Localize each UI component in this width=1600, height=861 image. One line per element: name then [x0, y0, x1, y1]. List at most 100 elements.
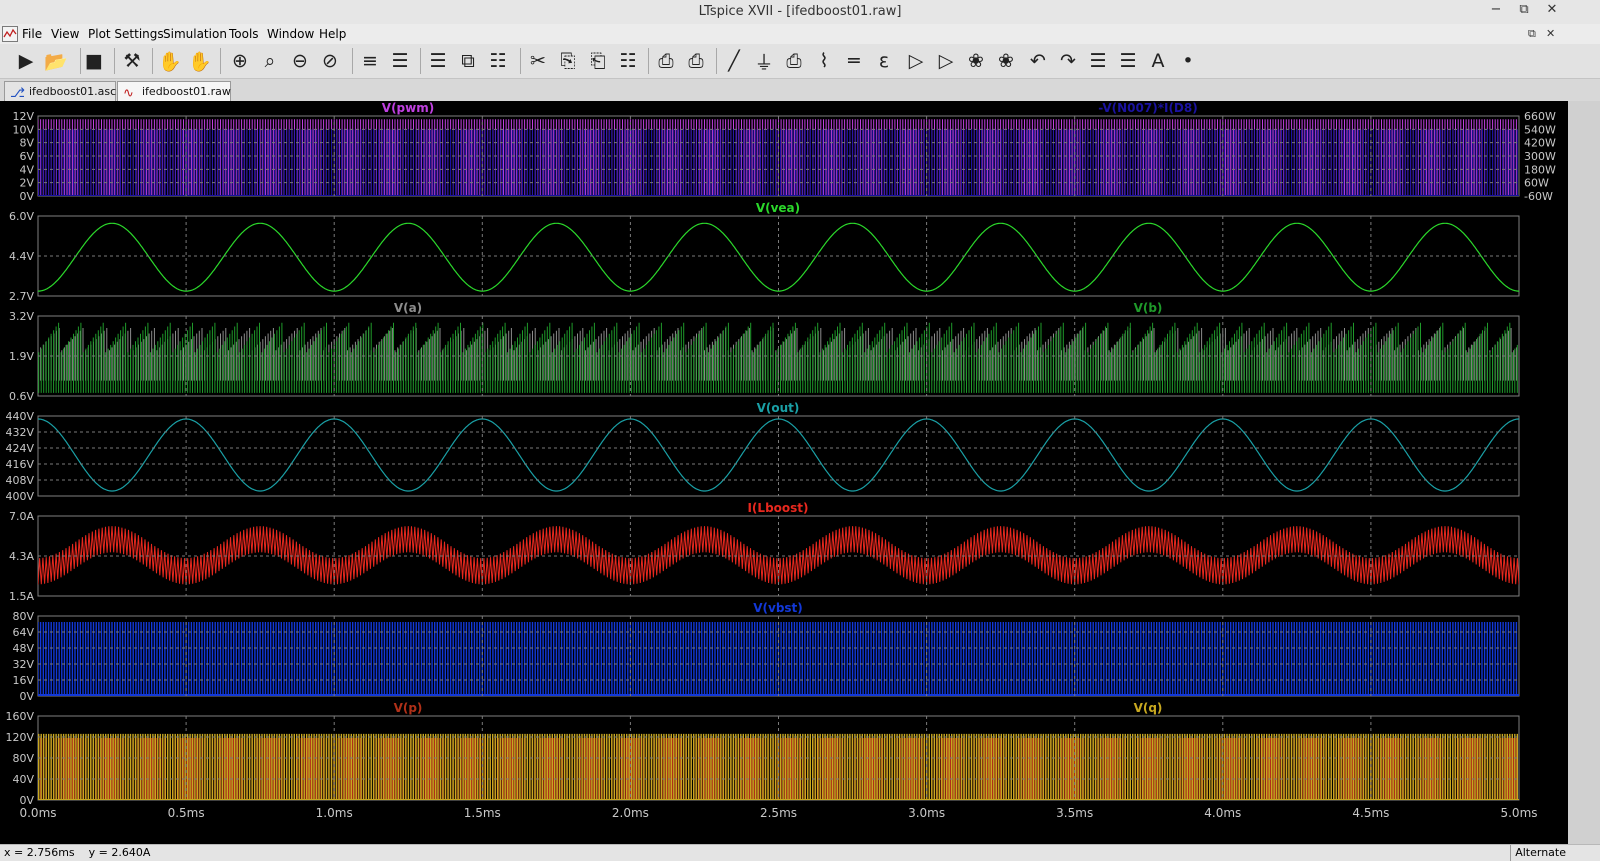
title-bar: LTspice XVII - [ifedboost01.raw] − ⧉ ✕: [0, 0, 1600, 25]
tab-label: ifedboost01.asc: [29, 85, 117, 98]
component-icon[interactable]: ▷: [932, 47, 960, 75]
mdi-close-icon[interactable]: ✕: [1546, 27, 1555, 40]
menu-window[interactable]: Window: [267, 27, 314, 41]
rotate-icon[interactable]: ❀: [962, 47, 990, 75]
mirror-icon[interactable]: ❀: [992, 47, 1020, 75]
capacitor-icon[interactable]: ═: [840, 47, 868, 75]
y-tick-label: 4.4V: [9, 250, 34, 263]
resistor-icon[interactable]: ⌇: [810, 47, 838, 75]
x-tick-label: 3.5ms: [1056, 806, 1093, 820]
y-tick-label: 160V: [5, 710, 34, 723]
menu-view[interactable]: View: [51, 27, 79, 41]
halt-icon[interactable]: ✋: [156, 47, 184, 75]
find-icon[interactable]: ☷: [614, 47, 642, 75]
y-tick-label: 400V: [5, 490, 34, 503]
plot-pane-pwm: V(pwm) -V(N007)*I(D8) 12V10V8V6V4V2V0V 660W…: [12, 101, 1556, 203]
autorange-icon[interactable]: ≡: [356, 47, 384, 75]
y2-tick-label: 300W: [1524, 150, 1556, 163]
y-tick-label: 80V: [12, 752, 34, 765]
x-tick-label: 1.5ms: [464, 806, 501, 820]
print-preview-icon[interactable]: ⎙: [652, 47, 680, 75]
pick-visible-icon[interactable]: ☰: [386, 47, 414, 75]
y-tick-label: 408V: [5, 474, 34, 487]
spice-directive-icon[interactable]: •: [1174, 47, 1202, 75]
tab-label: ifedboost01.raw: [142, 85, 231, 98]
diode-icon[interactable]: ▷: [902, 47, 930, 75]
trace-label: -V(N007)*I(D8): [1098, 101, 1197, 115]
trace-label: V(p): [394, 701, 423, 715]
zoom-in-icon[interactable]: ⊕: [226, 47, 254, 75]
waveform-plot[interactable]: V(pwm) -V(N007)*I(D8) 12V 10V 8V 6V 4V 2V 0V 660W…: [0, 101, 1568, 844]
trace-label: V(out): [757, 401, 800, 415]
plot-pane-vbst: V(vbst) 80V 64V 48V 32V 16V 0V: [12, 601, 1520, 703]
y2-tick-label: -60W: [1524, 190, 1553, 203]
zoom-cancel-icon[interactable]: ⊘: [316, 47, 344, 75]
y-tick-label: 1.5A: [9, 590, 34, 603]
y-tick-label: 4V: [19, 163, 34, 176]
zoom-area-icon[interactable]: ⌕: [256, 47, 284, 75]
y-tick-label: 6V: [19, 150, 34, 163]
y-tick-label: 432V: [5, 426, 34, 439]
text-icon[interactable]: A: [1144, 47, 1172, 75]
menu-simulation[interactable]: Simulation: [163, 27, 227, 41]
zoom-out-icon[interactable]: ⊖: [286, 47, 314, 75]
mdi-restore-icon[interactable]: ⧉: [1528, 27, 1536, 41]
tile-horizontal-icon[interactable]: ☰: [424, 47, 452, 75]
control-panel-icon[interactable]: ⚒: [118, 47, 146, 75]
y-tick-label: 32V: [12, 658, 34, 671]
tab-bar: ⎇ ifedboost01.asc ∿ ifedboost01.raw: [0, 79, 1600, 101]
mode-indicator: Alternate: [1510, 845, 1570, 861]
cascade-icon[interactable]: ⧉: [454, 47, 482, 75]
close-icon[interactable]: ✕: [1542, 2, 1562, 17]
drag-icon[interactable]: ☰: [1114, 47, 1142, 75]
y-tick-label: 80V: [12, 610, 34, 623]
y-tick-label: 16V: [12, 674, 34, 687]
open-icon[interactable]: 📂: [42, 47, 70, 75]
paste-icon[interactable]: ⎗: [584, 47, 612, 75]
toolbar-separator: [220, 48, 221, 74]
y-tick-label: 2.7V: [9, 290, 34, 303]
plot-pane-pq: V(p) V(q)160V120V80V40V0V: [5, 701, 1520, 807]
toolbar-separator: [114, 48, 115, 74]
undo-icon[interactable]: ↶: [1024, 47, 1052, 75]
restore-icon[interactable]: ⧉: [1514, 2, 1534, 17]
menu-tools[interactable]: Tools: [229, 27, 259, 41]
tile-vertical-icon[interactable]: ☷: [484, 47, 512, 75]
vertical-scrollbar[interactable]: [1568, 101, 1600, 844]
run-icon[interactable]: ▶: [12, 47, 40, 75]
plot-pane-vea: V(vea) 6.0V 4.4V 2.7V: [9, 201, 1520, 303]
trace-label: V(vea): [756, 201, 800, 215]
app-icon[interactable]: [2, 26, 18, 42]
move-icon[interactable]: ☰: [1084, 47, 1112, 75]
tab-waveform[interactable]: ∿ ifedboost01.raw: [117, 81, 231, 101]
toolbar-separator: [352, 48, 353, 74]
waveform-canvas[interactable]: V(pwm) -V(N007)*I(D8)12V10V8V6V4V2V0V660W…: [0, 101, 1568, 844]
minimize-icon[interactable]: −: [1486, 2, 1506, 17]
y-tick-label: 8V: [19, 137, 34, 150]
window-title: LTspice XVII - [ifedboost01.raw]: [698, 4, 902, 19]
y-tick-label: 6.0V: [9, 210, 34, 223]
y-tick-label: 7.0A: [9, 510, 34, 523]
redo-icon[interactable]: ↷: [1054, 47, 1082, 75]
copy-icon[interactable]: ⎘: [554, 47, 582, 75]
trace-label: V(a): [394, 301, 422, 315]
y-tick-label: 1.9V: [9, 350, 34, 363]
y2-tick-label: 180W: [1524, 163, 1556, 176]
trace-label: V(pwm): [382, 101, 434, 115]
print-icon[interactable]: ⎙: [682, 47, 710, 75]
wire-icon[interactable]: ╱: [720, 47, 748, 75]
inductor-icon[interactable]: ε: [870, 47, 898, 75]
menu-help[interactable]: Help: [319, 27, 346, 41]
status-bar: x = 2.756ms y = 2.640A Alternate: [0, 844, 1600, 861]
y2-tick-label: 660W: [1524, 110, 1556, 123]
save-icon[interactable]: ■: [80, 47, 108, 75]
x-tick-label: 0.5ms: [168, 806, 205, 820]
tab-schematic[interactable]: ⎇ ifedboost01.asc: [4, 81, 116, 101]
menu-file[interactable]: File: [22, 27, 42, 41]
toolbar-separator: [420, 48, 421, 74]
cut-icon[interactable]: ✂: [524, 47, 552, 75]
ground-icon[interactable]: ⏚: [750, 47, 778, 75]
pan-hand-icon[interactable]: ✋: [186, 47, 214, 75]
menu-plot-settings[interactable]: Plot Settings: [88, 27, 164, 41]
label-net-icon[interactable]: ⎙: [780, 47, 808, 75]
